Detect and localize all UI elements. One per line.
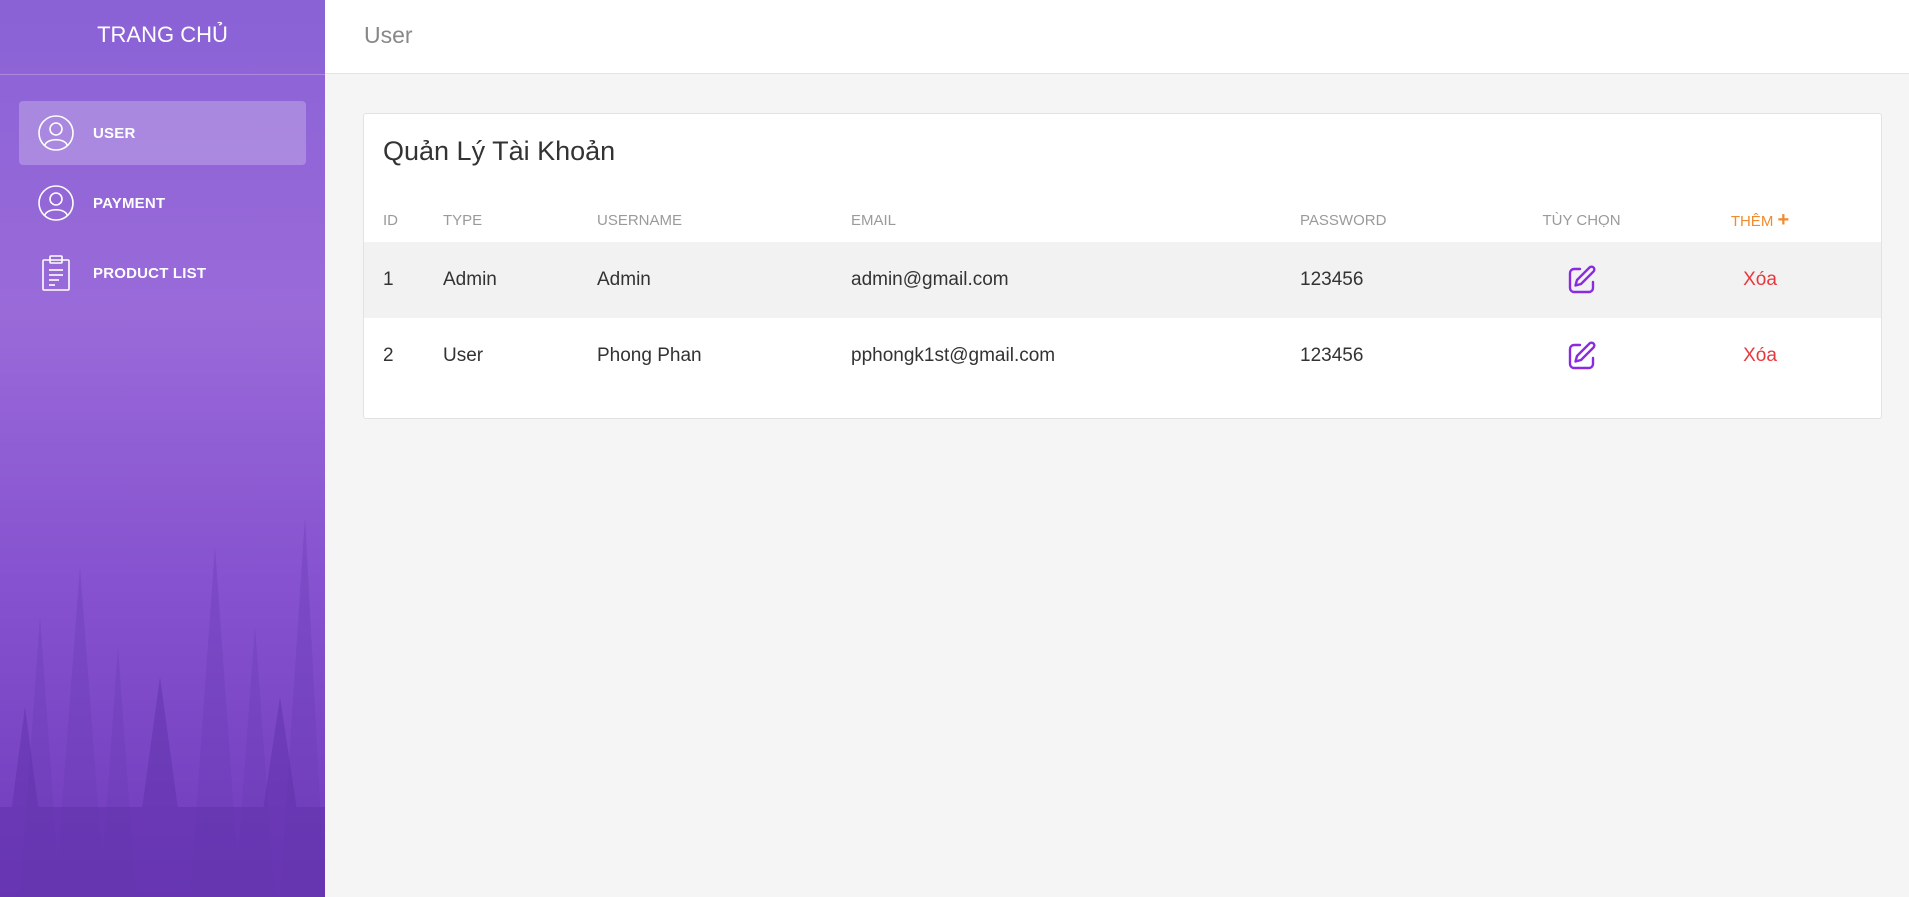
forest-background-image	[0, 517, 325, 897]
column-header-password: PASSWORD	[1300, 211, 1387, 229]
cell-password: 123456	[1300, 345, 1364, 366]
cell-type: Admin	[443, 242, 597, 318]
sidebar-item-label: PRODUCT LIST	[93, 264, 207, 282]
column-header-id: ID	[383, 211, 398, 229]
top-bar: User	[325, 0, 1909, 74]
cell-username: Admin	[597, 242, 851, 318]
column-header-username: USERNAME	[597, 211, 683, 229]
column-header-email: EMAIL	[851, 211, 897, 229]
cell-type: User	[443, 345, 484, 366]
table-row: 1 Admin Admin admin@gmail.com 123456 Xóa	[364, 242, 1881, 318]
cell-delete: Xóa	[1670, 318, 1881, 394]
cell-id: 2	[383, 345, 394, 366]
cell-email: pphongk1st@gmail.com	[851, 345, 1056, 366]
cell-delete: Xóa	[1670, 242, 1881, 318]
brand-home-link[interactable]: TRANG CHỦ	[0, 0, 325, 75]
user-table: ID TYPE USERNAME EMAIL PASSWORD TÙY CHỌN…	[364, 198, 1881, 394]
sidebar-nav: USER PAYMENT PRODUCT LIST	[0, 75, 325, 305]
sidebar-item-product-list[interactable]: PRODUCT LIST	[19, 241, 306, 305]
account-management-card: Quản Lý Tài Khoản ID TYPE USERNAME EMAIL…	[363, 113, 1882, 419]
sidebar-item-label: PAYMENT	[93, 194, 166, 212]
card-title: Quản Lý Tài Khoản	[383, 136, 616, 166]
table-row: 2 User Phong Phan pphongk1st@gmail.com 1…	[364, 318, 1881, 394]
add-label: THÊM	[1730, 212, 1774, 230]
delete-link[interactable]: Xóa	[1743, 269, 1777, 290]
column-header-type: TYPE	[443, 211, 483, 229]
add-user-button[interactable]: THÊM +	[1670, 198, 1881, 242]
delete-link[interactable]: Xóa	[1743, 345, 1777, 366]
plus-icon: +	[1777, 208, 1790, 231]
sidebar-item-label: USER	[93, 124, 136, 142]
cell-options	[1493, 318, 1670, 394]
cell-username: Phong Phan	[597, 345, 702, 366]
clipboard-icon	[42, 255, 70, 291]
user-icon	[38, 185, 74, 221]
edit-icon[interactable]	[1566, 264, 1598, 296]
sidebar: TRANG CHỦ USER PAYMENT PRODUCT LIST	[0, 0, 325, 897]
cell-password: 123456	[1300, 242, 1493, 318]
sidebar-item-user[interactable]: USER	[19, 101, 306, 165]
cell-email: admin@gmail.com	[851, 242, 1300, 318]
user-icon	[38, 115, 74, 151]
page-title: User	[364, 22, 413, 48]
edit-icon[interactable]	[1566, 340, 1598, 372]
column-header-options: TÙY CHỌN	[1542, 211, 1621, 229]
table-header-row: ID TYPE USERNAME EMAIL PASSWORD TÙY CHỌN…	[364, 198, 1881, 242]
sidebar-item-payment[interactable]: PAYMENT	[19, 171, 306, 235]
cell-id: 1	[364, 242, 443, 318]
cell-options	[1493, 242, 1670, 318]
